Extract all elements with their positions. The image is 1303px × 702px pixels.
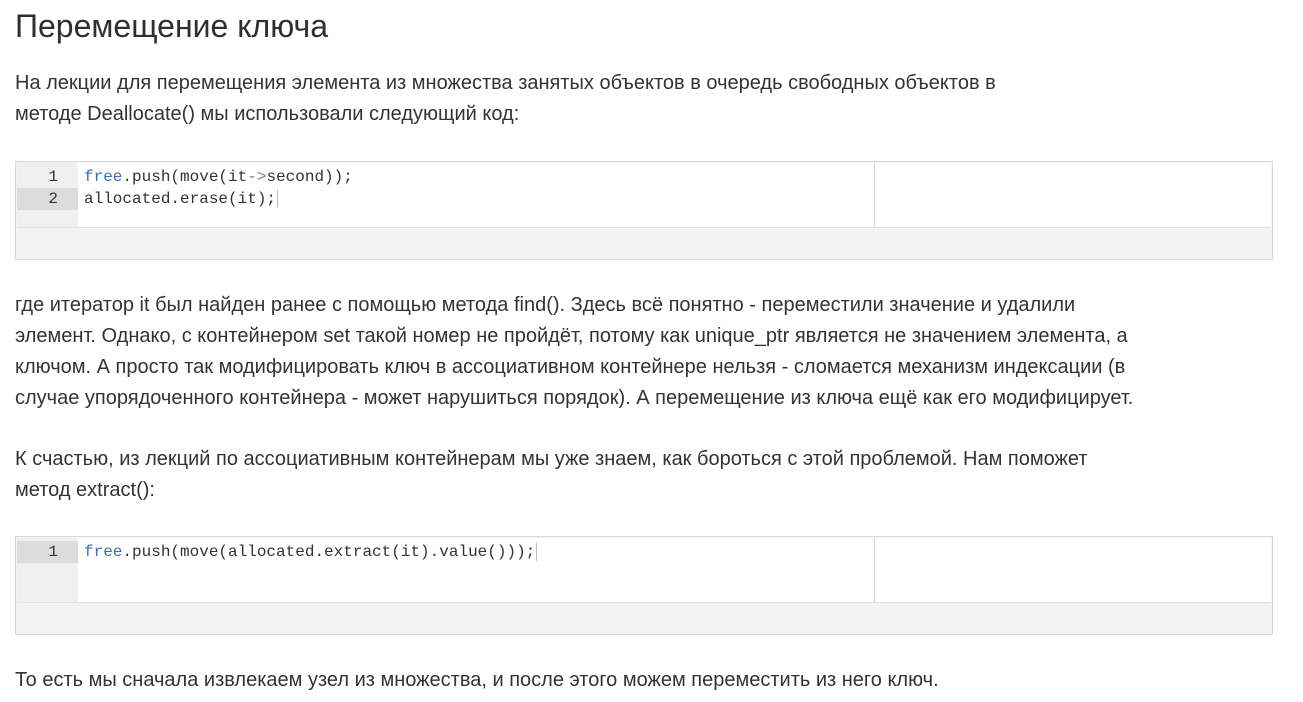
code-editor-2: 1 free.push(move(allocated.extract(it).v… (15, 536, 1273, 635)
code-line-1: free.push(move(it->second)); (84, 166, 874, 188)
page-title: Перемещение ключа (15, 8, 328, 44)
solution-line-2: метод extract(): (15, 479, 155, 501)
explanation-line-4: случае упорядоченного контейнера - может… (15, 387, 1134, 409)
intro-line-2: методе Deallocate() мы использовали след… (15, 103, 520, 125)
line-number-gutter: 1 (17, 538, 78, 602)
code-keyword: free (84, 168, 123, 186)
explanation-paragraph: где итератор it был найден ранее с помощ… (15, 290, 1133, 414)
solution-paragraph: К счастью, из лекций по ассоциативным ко… (15, 444, 1088, 506)
code-editor-1: 1 2 free.push(move(it->second)); allocat… (15, 161, 1273, 260)
code-text: allocated.erase(it); (84, 190, 277, 208)
text-cursor (277, 189, 279, 208)
code-operator: -> (247, 168, 267, 186)
editor-footer (16, 228, 1272, 259)
code-editor-2-body[interactable]: 1 free.push(move(allocated.extract(it).v… (17, 538, 1271, 603)
code-text: .push(move(allocated.extract(it).value()… (122, 543, 536, 561)
intro-line-1: На лекции для перемещения элемента из мн… (15, 72, 996, 94)
editor-right-pane (875, 538, 1271, 602)
editor-right-pane (875, 163, 1271, 227)
code-area[interactable]: free.push(move(it->second)); allocated.e… (78, 163, 875, 227)
explanation-line-3: ключом. А просто так модифицировать ключ… (15, 356, 1126, 378)
code-line-2: allocated.erase(it); (84, 188, 874, 210)
code-text: second)); (266, 168, 353, 186)
line-number-active: 2 (17, 188, 78, 210)
line-number-gutter: 1 2 (17, 163, 78, 227)
solution-line-1: К счастью, из лекций по ассоциативным ко… (15, 448, 1088, 470)
code-line-1: free.push(move(allocated.extract(it).val… (84, 541, 874, 563)
conclusion-paragraph: То есть мы сначала извлекаем узел из мно… (15, 665, 939, 696)
line-number: 1 (48, 168, 58, 186)
explanation-line-2: элемент. Однако, с контейнером set такой… (15, 325, 1128, 347)
code-editor-1-body[interactable]: 1 2 free.push(move(it->second)); allocat… (17, 163, 1271, 228)
intro-paragraph: На лекции для перемещения элемента из мн… (15, 68, 996, 130)
code-area[interactable]: free.push(move(allocated.extract(it).val… (78, 538, 875, 602)
code-text: .push(move(it (122, 168, 248, 186)
line-number-active: 1 (17, 541, 78, 563)
code-keyword: free (84, 543, 123, 561)
editor-footer (16, 603, 1272, 634)
text-cursor (536, 542, 538, 561)
explanation-line-1: где итератор it был найден ранее с помощ… (15, 294, 1076, 316)
conclusion-line: То есть мы сначала извлекаем узел из мно… (15, 669, 939, 691)
